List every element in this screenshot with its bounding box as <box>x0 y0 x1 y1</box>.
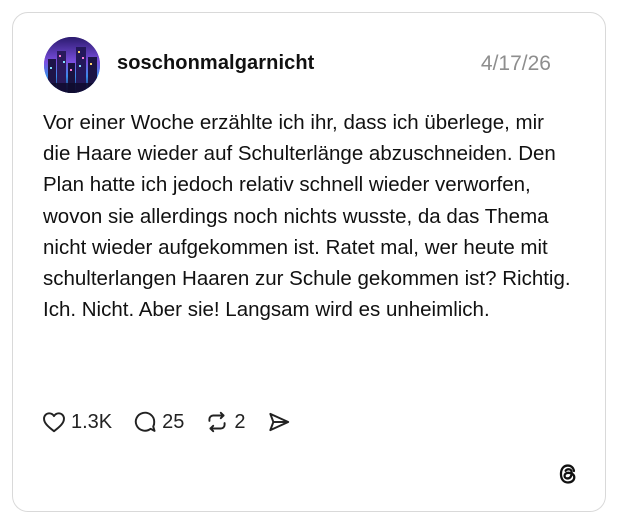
reply-count: 25 <box>162 410 185 433</box>
repost-count: 2 <box>234 410 246 433</box>
reply-button[interactable]: 25 <box>132 409 184 435</box>
post-date: 4/17/26 <box>480 52 551 75</box>
speech-bubble-icon <box>135 411 156 432</box>
heart-icon <box>43 412 65 433</box>
post-card: soschonmalgarnicht 4/17/26 Vor einer Woc… <box>12 12 606 512</box>
repost-button[interactable]: 2 <box>204 409 246 435</box>
share-button[interactable] <box>266 409 292 435</box>
repost-icon <box>208 411 226 433</box>
like-button[interactable]: 1.3K <box>41 409 112 435</box>
like-count: 1.3K <box>71 410 113 433</box>
action-bar: 1.3K 25 2 <box>41 407 312 437</box>
send-icon <box>268 412 289 432</box>
avatar[interactable] <box>44 37 100 93</box>
avatar-city-image <box>44 37 100 93</box>
username[interactable]: soschonmalgarnicht <box>117 52 314 75</box>
post-text: Vor einer Woche erzählte ich ihr, dass i… <box>43 111 571 322</box>
threads-logo-icon <box>559 464 576 484</box>
